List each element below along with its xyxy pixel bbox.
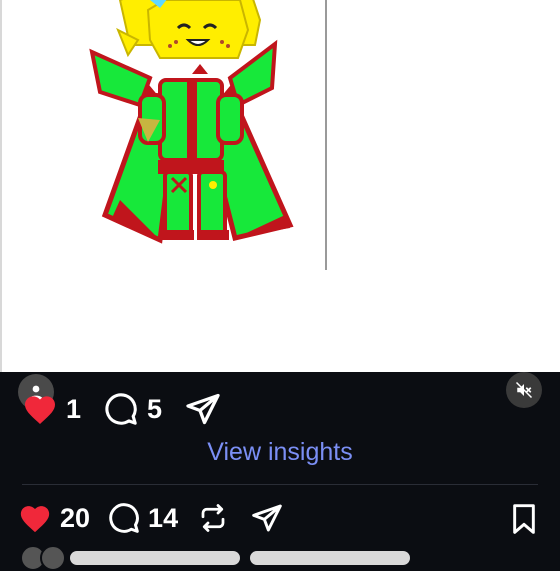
character-illustration (89, 0, 294, 244)
speaker-muted-icon (515, 381, 533, 399)
heart-icon[interactable] (22, 392, 58, 426)
send-icon[interactable] (184, 391, 222, 427)
heart-icon[interactable] (18, 502, 52, 534)
mute-button[interactable] (506, 372, 542, 408)
media-divider (325, 0, 327, 270)
liked-by-text-placeholder (70, 551, 240, 565)
repost-icon[interactable] (198, 503, 228, 533)
post-media[interactable] (0, 0, 560, 372)
post-like-count: 20 (60, 502, 91, 533)
send-icon[interactable] (250, 502, 284, 534)
story-actions: 1 5 (22, 388, 222, 430)
liked-by-text-placeholder (250, 551, 410, 565)
comment-bubble-icon[interactable] (103, 392, 139, 426)
post-comment-count: 14 (148, 502, 179, 533)
liked-by-row (20, 545, 410, 571)
divider (22, 484, 538, 485)
view-insights-link[interactable]: View insights (0, 438, 560, 467)
post-actions: 20 14 (18, 496, 284, 540)
story-like-count: 1 (66, 393, 82, 424)
comment-bubble-icon[interactable] (108, 502, 140, 534)
bookmark-icon[interactable] (510, 503, 538, 535)
story-reply-count: 5 (147, 393, 163, 424)
avatar (40, 545, 66, 571)
